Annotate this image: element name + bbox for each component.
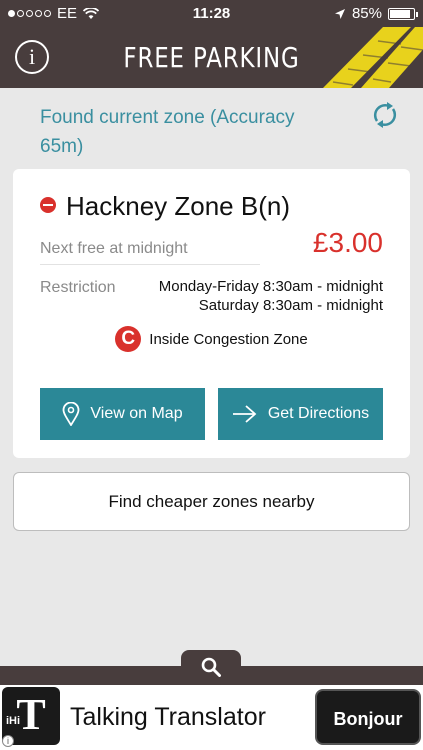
search-tab[interactable] [181,650,241,686]
zone-name: Hackney Zone B(n) [66,191,290,221]
map-pin-icon [62,402,80,426]
search-icon [201,657,221,677]
congestion-zone-indicator: C Inside Congestion Zone [13,326,410,352]
congestion-zone-label: Inside Congestion Zone [149,330,308,348]
get-directions-label: Get Directions [267,405,370,422]
status-bar: EE 11:28 85% [0,0,423,27]
battery-icon [388,7,418,20]
ad-speech-badge: Bonjour [315,689,421,745]
view-on-map-button[interactable]: View on Map [40,388,205,440]
no-entry-icon [40,197,56,213]
arrow-right-icon [232,405,257,423]
ad-text: Talking Translator [70,703,266,731]
view-on-map-label: View on Map [90,405,183,422]
divider [40,264,260,265]
refresh-icon[interactable] [369,99,401,131]
congestion-charge-icon: C [115,326,142,352]
navigation-bar: i FREE PARKING [0,27,423,88]
next-free-label: Next free at midnight [40,240,188,257]
ad-banner[interactable]: iHi T i Talking Translator Bonjour [0,685,423,750]
restriction-line: Monday-Friday 8:30am - midnight [158,278,383,295]
ad-info-icon[interactable]: i [2,735,14,747]
get-directions-button[interactable]: Get Directions [218,388,383,440]
restriction-line: Saturday 8:30am - midnight [198,297,383,314]
parking-price: £3.00 [312,227,383,258]
road-stripes-decoration [323,27,423,88]
restriction-times: Monday-Friday 8:30am - midnight Saturday… [159,277,383,315]
battery-percent: 85% [351,5,382,22]
location-arrow-icon [334,8,345,19]
zone-detection-status: Found current zone (Accuracy 65m) [40,107,295,157]
zone-card: Hackney Zone B(n) Next free at midnight … [13,169,410,458]
find-cheaper-zones-button[interactable]: Find cheaper zones nearby [13,472,410,531]
restriction-label: Restriction [40,279,116,296]
